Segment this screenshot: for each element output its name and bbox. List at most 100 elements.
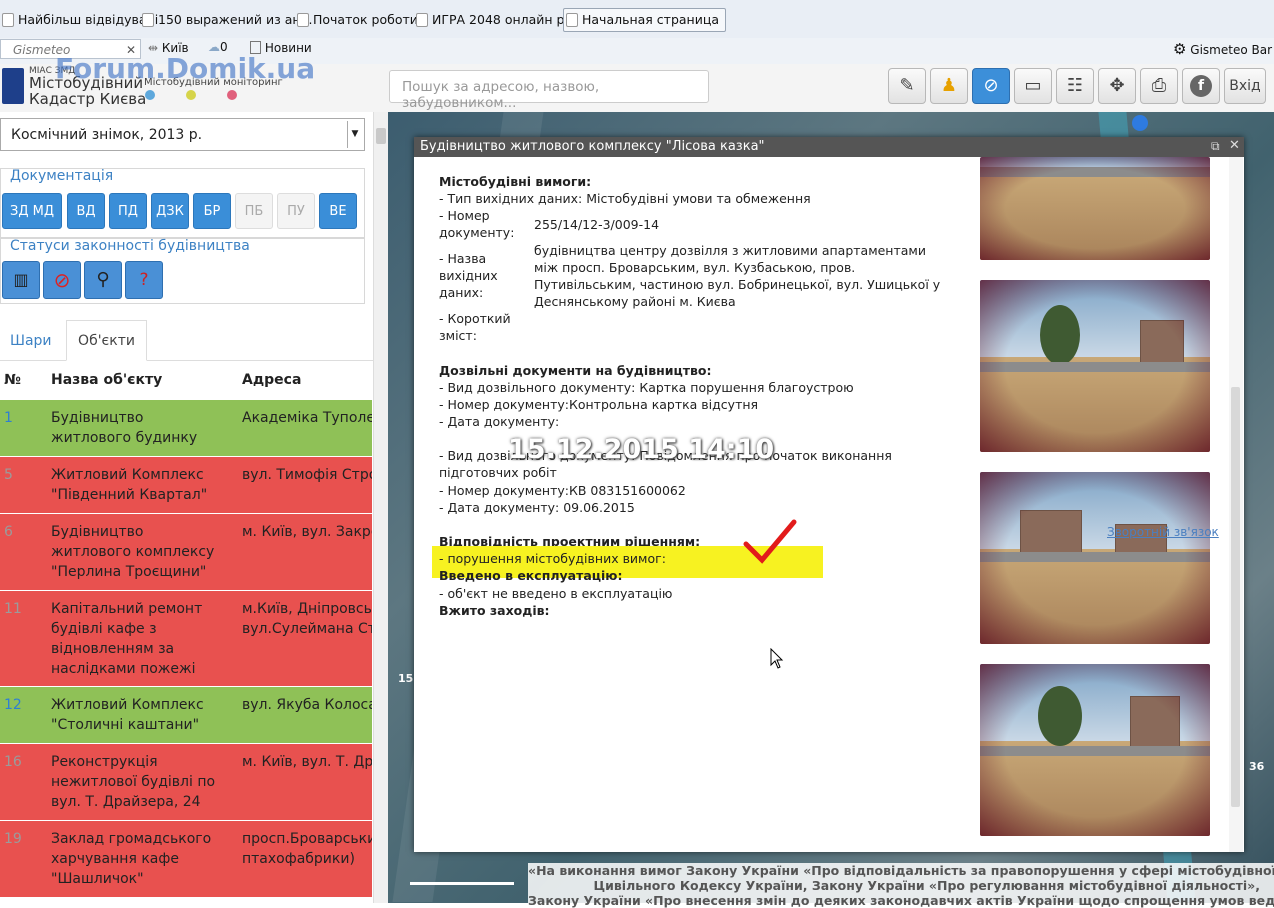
doc-button-br[interactable]: БР	[193, 193, 231, 229]
forbidden-icon: ⊘	[53, 268, 71, 292]
violation-line: - порушення містобудівних вимог:	[439, 551, 666, 566]
page-icon	[566, 13, 578, 27]
row-address: вул. Тимофія Строк	[242, 467, 372, 483]
left-panel-scrollbar[interactable]	[373, 112, 389, 903]
doc-button-ve[interactable]: ВЕ	[319, 193, 357, 229]
documentation-title: Документація	[10, 168, 114, 184]
row-address: вул. Якуба Колоса,2	[242, 697, 372, 713]
basemap-select-value: Космічний знімок, 2013 р.	[11, 127, 203, 143]
row-name: Житловий Комплекс "Столичні каштани"	[51, 697, 204, 733]
edit-button[interactable]: ✎	[888, 68, 926, 104]
pegman-button[interactable]: ♟	[930, 68, 968, 104]
row-address: просп.Броварський	[242, 831, 372, 847]
bookmark-game-2048[interactable]: ИГРА 2048 онлайн ру...	[414, 9, 584, 31]
address-search-input[interactable]: Пошук за адресою, назвою, забудовником..…	[389, 70, 709, 111]
layers-tool-button[interactable]: ☷	[1056, 68, 1094, 104]
print-button[interactable]: ⎙	[1140, 68, 1178, 104]
short-label-line1: - Короткий	[439, 311, 511, 326]
login-button[interactable]: Вхід	[1224, 68, 1266, 104]
map-label: 36	[1249, 760, 1265, 773]
site-photo[interactable]	[980, 280, 1210, 452]
chevron-down-icon: ▼	[347, 121, 362, 148]
tab-layers[interactable]: Шари	[10, 333, 52, 349]
popup-scrollbar[interactable]	[1229, 157, 1243, 852]
doc-button-pd[interactable]: ПД	[109, 193, 147, 229]
bookmark-label: Начальная страница	[582, 12, 719, 27]
search-placeholder: Пошук за адресою, назвою, забудовником..…	[402, 79, 600, 111]
table-row[interactable]: 16 Реконструкція нежитлової будівлі по в…	[0, 744, 372, 820]
bookmark-label: Найбільш відвідувані	[18, 12, 159, 27]
name-label-line3: даних:	[439, 285, 484, 300]
row-num: 6	[4, 524, 13, 540]
row-name: Будівництво житлового комплексу "Перлина…	[51, 524, 215, 580]
popup-title: Будівництво житлового комплексу "Лісова …	[420, 139, 765, 154]
site-photo[interactable]	[980, 664, 1210, 836]
maximize-icon[interactable]: ⧉	[1211, 139, 1220, 154]
gear-icon: ⚙	[1173, 40, 1187, 58]
table-row[interactable]: 19 Заклад громадського харчування кафе "…	[0, 821, 372, 897]
bookmark-label: ИГРА 2048 онлайн ру...	[432, 12, 584, 27]
kyiv-logo-icon	[2, 68, 24, 104]
doc-button-vd[interactable]: ВД	[67, 193, 105, 229]
measure-button[interactable]: ▭	[1014, 68, 1052, 104]
forum-watermark: Forum.Domik.ua	[55, 52, 316, 85]
doc-button-pb[interactable]: ПБ	[235, 193, 273, 229]
row-name: Житловий Комплекс "Південний Квартал"	[51, 467, 208, 503]
printer-icon: ⎙	[1151, 75, 1167, 96]
dot-icon	[145, 90, 155, 100]
page-icon	[416, 13, 428, 27]
status-building-button[interactable]: ▥	[2, 261, 40, 299]
table-row[interactable]: 6 Будівництво житлового комплексу "Перли…	[0, 514, 372, 590]
facebook-button[interactable]: f	[1182, 68, 1220, 104]
bookmark-getting-started[interactable]: Початок роботи	[295, 9, 418, 31]
footer-line2: Цивільного Кодексу України, Закону Украї…	[593, 878, 1260, 893]
row-address-line2: птахофабрики)	[242, 851, 355, 867]
status-forbidden-button[interactable]: ⊘	[43, 261, 81, 299]
site-photo[interactable]	[980, 157, 1210, 260]
row-address: м. Київ, вул. Закрево	[242, 524, 372, 540]
column-header-name: Назва об'єкту	[51, 372, 163, 388]
docnum-label: - Номер документу:	[439, 207, 514, 241]
compass-button[interactable]: ⊘	[972, 68, 1010, 104]
basemap-select[interactable]: Космічний знімок, 2013 р. ▼	[0, 118, 365, 151]
table-row[interactable]: 1 Будівництво житлового будинку Академік…	[0, 400, 372, 456]
doc-button-zd-md[interactable]: ЗД МД	[2, 193, 62, 229]
close-icon[interactable]: ✕	[1229, 138, 1240, 153]
table-row[interactable]: 11 Капітальний ремонт будівлі кафе з від…	[0, 591, 372, 686]
map-location-dot	[1132, 115, 1148, 131]
gismeteo-bar-menu[interactable]: ⚙ Gismeteo Bar	[1173, 40, 1272, 58]
section-urban-requirements: Містобудівні вимоги:	[439, 174, 592, 189]
popup-titlebar: Будівництво житлового комплексу "Лісова …	[414, 137, 1244, 157]
feedback-link[interactable]: Зворотній зв'язок	[1107, 525, 1219, 539]
compass-icon: ⊘	[983, 75, 999, 96]
bookmark-label: 150 выражений из ан...	[158, 12, 313, 27]
fullextent-button[interactable]: ✥	[1098, 68, 1136, 104]
doc-button-dzk[interactable]: ДЗК	[151, 193, 189, 229]
magnifier-icon: ⚲	[96, 269, 110, 290]
table-icon: ☷	[1066, 75, 1084, 96]
tabs-divider	[0, 360, 373, 361]
bookmark-150-expressions[interactable]: 150 выражений из ан...	[140, 9, 313, 31]
status-question-button[interactable]: ?	[125, 261, 163, 299]
short-content-label: - Короткий зміст:	[439, 310, 511, 344]
tab-objects[interactable]: Об'єкти	[66, 320, 147, 361]
scrollbar-thumb[interactable]	[376, 128, 386, 144]
row-num: 12	[4, 697, 22, 713]
map-label: 15	[398, 672, 414, 685]
table-row[interactable]: 12 Житловий Комплекс "Столичні каштани" …	[0, 687, 372, 743]
commissioning-status: - об'єкт не введено в експлуатацію	[439, 586, 673, 601]
table-row[interactable]: 5 Житловий Комплекс "Південний Квартал" …	[0, 457, 372, 513]
row-num: 11	[4, 601, 22, 617]
permit1-number: - Номер документу:Контрольна картка відс…	[439, 397, 759, 412]
map-scale-bar	[410, 882, 514, 885]
bookmark-most-visited[interactable]: Найбільш відвідувані	[0, 9, 158, 31]
move-icon: ✥	[1109, 75, 1125, 96]
bookmark-start-page[interactable]: Начальная страница	[563, 8, 726, 32]
facebook-icon: f	[1190, 75, 1212, 97]
site-photo[interactable]	[980, 472, 1210, 644]
bookmarks-bar: Найбільш відвідувані 150 выражений из ан…	[0, 0, 1274, 39]
name-label-line2: вихідних	[439, 268, 498, 283]
status-search-button[interactable]: ⚲	[84, 261, 122, 299]
doc-button-pu[interactable]: ПУ	[277, 193, 315, 229]
popup-scrollbar-thumb[interactable]	[1231, 387, 1240, 807]
